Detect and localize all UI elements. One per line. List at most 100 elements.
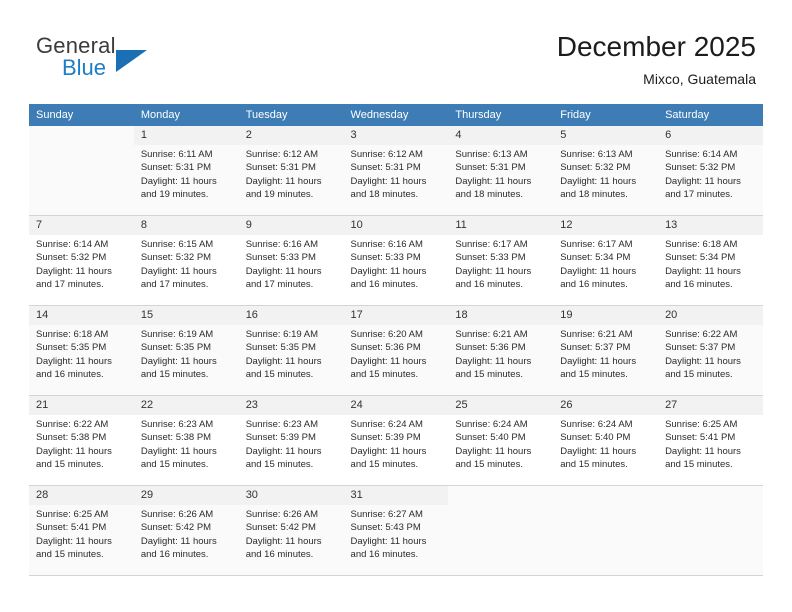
sunset-text: Sunset: 5:42 PM — [245, 522, 316, 534]
calendar-cell[interactable]: 20 Sunrise: 6:22 AM Sunset: 5:37 PM Dayligh… — [658, 306, 763, 396]
calendar-cell[interactable]: 13 Sunrise: 6:18 AM Sunset: 5:34 PM Dayligh… — [658, 216, 763, 306]
calendar-week-row: 1 Sunrise: 6:11 AM Sunset: 5:31 PM Daylight… — [29, 126, 763, 216]
calendar-cell[interactable]: 16 Sunrise: 6:19 AM Sunset: 5:35 PM Dayligh… — [238, 306, 344, 396]
calendar-cell[interactable]: 4 Sunrise: 6:13 AM Sunset: 5:31 PM Daylight… — [448, 126, 554, 216]
day-details: Sunrise: 6:19 AM Sunset: 5:35 PM Daylight:… — [239, 325, 344, 382]
calendar-cell[interactable]: 2 Sunrise: 6:12 AM Sunset: 5:31 PM Daylight… — [238, 126, 344, 216]
day-details: Sunrise: 6:18 AM Sunset: 5:34 PM Daylight:… — [658, 235, 763, 292]
sunrise-text: Sunrise: 6:25 AM — [36, 509, 109, 520]
calendar-page: General Blue December 2025 Mixco, Guatem… — [0, 0, 792, 612]
triangle-icon — [116, 50, 147, 72]
calendar-cell[interactable]: 29 Sunrise: 6:26 AM Sunset: 5:42 PM Dayligh… — [133, 486, 239, 576]
page-header: General Blue December 2025 Mixco, Guatem… — [0, 0, 792, 104]
sunrise-text: Sunrise: 6:22 AM — [665, 329, 738, 340]
sunset-text: Sunset: 5:41 PM — [36, 522, 107, 534]
daylight-text-line1: Daylight: 11 hours — [665, 175, 741, 187]
calendar-cell[interactable]: 7 Sunrise: 6:14 AM Sunset: 5:32 PM Daylight… — [29, 216, 134, 306]
day-number: 26 — [553, 396, 659, 415]
day-cell: 31 Sunrise: 6:27 AM Sunset: 5:43 PM Dayligh… — [343, 486, 449, 576]
day-number: 11 — [448, 216, 554, 235]
calendar-cell[interactable]: 6 Sunrise: 6:14 AM Sunset: 5:32 PM Daylight… — [658, 126, 763, 216]
calendar-cell[interactable]: 24 Sunrise: 6:24 AM Sunset: 5:39 PM Dayligh… — [343, 396, 449, 486]
calendar-cell[interactable]: 19 Sunrise: 6:21 AM Sunset: 5:37 PM Dayligh… — [553, 306, 659, 396]
day-details: Sunrise: 6:14 AM Sunset: 5:32 PM Daylight:… — [658, 145, 763, 202]
daylight-text-line1: Daylight: 11 hours — [665, 355, 741, 367]
calendar-cell[interactable]: 5 Sunrise: 6:13 AM Sunset: 5:32 PM Daylight… — [553, 126, 659, 216]
daylight-text-line2: and 15 minutes. — [455, 459, 523, 471]
day-number — [658, 486, 763, 505]
calendar-cell[interactable]: 21 Sunrise: 6:22 AM Sunset: 5:38 PM Dayligh… — [29, 396, 134, 486]
sunset-text: Sunset: 5:41 PM — [665, 432, 736, 444]
sunset-text: Sunset: 5:36 PM — [455, 342, 526, 354]
title-block: December 2025 Mixco, Guatemala — [557, 30, 756, 90]
daylight-text-line2: and 15 minutes. — [455, 369, 523, 381]
sunrise-text: Sunrise: 6:15 AM — [140, 239, 214, 250]
calendar-cell[interactable]: 12 Sunrise: 6:17 AM Sunset: 5:34 PM Dayligh… — [553, 216, 659, 306]
sunset-text: Sunset: 5:31 PM — [140, 162, 212, 174]
sunset-text: Sunset: 5:42 PM — [140, 522, 212, 534]
day-number: 12 — [553, 216, 659, 235]
day-details: Sunrise: 6:11 AM Sunset: 5:31 PM Daylight:… — [134, 145, 239, 202]
calendar-cell[interactable]: 15 Sunrise: 6:19 AM Sunset: 5:35 PM Dayligh… — [133, 306, 239, 396]
day-number: 29 — [133, 486, 239, 505]
day-details: Sunrise: 6:23 AM Sunset: 5:39 PM Daylight:… — [239, 415, 344, 472]
calendar-week-row: 14 Sunrise: 6:18 AM Sunset: 5:35 PM Dayligh… — [29, 306, 763, 396]
sunrise-text: Sunrise: 6:24 AM — [455, 419, 528, 430]
calendar-cell[interactable]: 8 Sunrise: 6:15 AM Sunset: 5:32 PM Daylight… — [133, 216, 239, 306]
sunset-text: Sunset: 5:32 PM — [140, 252, 212, 264]
sunset-text: Sunset: 5:31 PM — [350, 162, 421, 174]
sunset-text: Sunset: 5:39 PM — [245, 432, 316, 444]
day-cell — [553, 486, 659, 576]
daylight-text-line1: Daylight: 11 hours — [36, 445, 112, 457]
day-details: Sunrise: 6:21 AM Sunset: 5:36 PM Daylight:… — [448, 325, 553, 382]
day-details: Sunrise: 6:14 AM Sunset: 5:32 PM Daylight:… — [29, 235, 134, 292]
daylight-text-line1: Daylight: 11 hours — [140, 265, 217, 277]
day-number: 2 — [238, 126, 344, 145]
sunset-text: Sunset: 5:43 PM — [350, 522, 421, 534]
daylight-text-line2: and 19 minutes. — [245, 189, 314, 201]
calendar-cell[interactable]: 26 Sunrise: 6:24 AM Sunset: 5:40 PM Dayligh… — [553, 396, 659, 486]
calendar-cell[interactable]: 27 Sunrise: 6:25 AM Sunset: 5:41 PM Dayligh… — [658, 396, 763, 486]
daylight-text-line2: and 16 minutes. — [245, 549, 314, 561]
daylight-text-line1: Daylight: 11 hours — [455, 175, 532, 187]
daylight-text-line1: Daylight: 11 hours — [140, 445, 217, 457]
day-number: 3 — [343, 126, 449, 145]
logo-text-blue: Blue — [62, 55, 107, 80]
day-number: 25 — [448, 396, 554, 415]
day-number: 20 — [658, 306, 763, 325]
sunrise-text: Sunrise: 6:18 AM — [665, 239, 738, 250]
calendar-body: 1 Sunrise: 6:11 AM Sunset: 5:31 PM Daylight… — [29, 126, 763, 576]
daylight-text-line1: Daylight: 11 hours — [560, 265, 637, 277]
calendar-cell[interactable]: 31 Sunrise: 6:27 AM Sunset: 5:43 PM Dayligh… — [343, 486, 449, 576]
calendar-cell[interactable]: 9 Sunrise: 6:16 AM Sunset: 5:33 PM Daylight… — [238, 216, 344, 306]
weekday-header-saturday: Saturday — [658, 104, 763, 126]
day-cell: 26 Sunrise: 6:24 AM Sunset: 5:40 PM Dayligh… — [553, 396, 659, 486]
calendar-cell[interactable]: 30 Sunrise: 6:26 AM Sunset: 5:42 PM Dayligh… — [238, 486, 344, 576]
daylight-text-line1: Daylight: 11 hours — [455, 265, 532, 277]
daylight-text-line2: and 16 minutes. — [350, 279, 419, 291]
calendar-cell[interactable]: 3 Sunrise: 6:12 AM Sunset: 5:31 PM Daylight… — [343, 126, 449, 216]
calendar-cell[interactable]: 17 Sunrise: 6:20 AM Sunset: 5:36 PM Dayligh… — [343, 306, 449, 396]
day-details: Sunrise: 6:26 AM Sunset: 5:42 PM Daylight:… — [239, 505, 344, 562]
day-details: Sunrise: 6:15 AM Sunset: 5:32 PM Daylight:… — [134, 235, 239, 292]
day-cell — [658, 486, 763, 576]
general-blue-logo[interactable]: General Blue — [36, 33, 176, 85]
calendar-cell[interactable]: 11 Sunrise: 6:17 AM Sunset: 5:33 PM Dayligh… — [448, 216, 554, 306]
daylight-text-line2: and 17 minutes. — [665, 189, 733, 201]
calendar-cell[interactable]: 25 Sunrise: 6:24 AM Sunset: 5:40 PM Dayligh… — [448, 396, 554, 486]
sunrise-text: Sunrise: 6:25 AM — [665, 419, 738, 430]
calendar-cell[interactable]: 22 Sunrise: 6:23 AM Sunset: 5:38 PM Dayligh… — [133, 396, 239, 486]
calendar-cell[interactable]: 23 Sunrise: 6:23 AM Sunset: 5:39 PM Dayligh… — [238, 396, 344, 486]
day-details: Sunrise: 6:22 AM Sunset: 5:38 PM Daylight:… — [29, 415, 134, 472]
daylight-text-line2: and 15 minutes. — [560, 369, 628, 381]
day-cell: 7 Sunrise: 6:14 AM Sunset: 5:32 PM Daylight… — [29, 216, 134, 306]
day-number: 30 — [238, 486, 344, 505]
day-details: Sunrise: 6:23 AM Sunset: 5:38 PM Daylight:… — [134, 415, 239, 472]
calendar-cell[interactable]: 14 Sunrise: 6:18 AM Sunset: 5:35 PM Dayligh… — [29, 306, 134, 396]
page-subtitle: Mixco, Guatemala — [643, 71, 756, 87]
sunset-text: Sunset: 5:33 PM — [455, 252, 526, 264]
calendar-cell[interactable]: 28 Sunrise: 6:25 AM Sunset: 5:41 PM Dayligh… — [29, 486, 134, 576]
calendar-cell[interactable]: 10 Sunrise: 6:16 AM Sunset: 5:33 PM Dayligh… — [343, 216, 449, 306]
calendar-cell[interactable]: 1 Sunrise: 6:11 AM Sunset: 5:31 PM Daylight… — [133, 126, 239, 216]
calendar-cell[interactable]: 18 Sunrise: 6:21 AM Sunset: 5:36 PM Dayligh… — [448, 306, 554, 396]
